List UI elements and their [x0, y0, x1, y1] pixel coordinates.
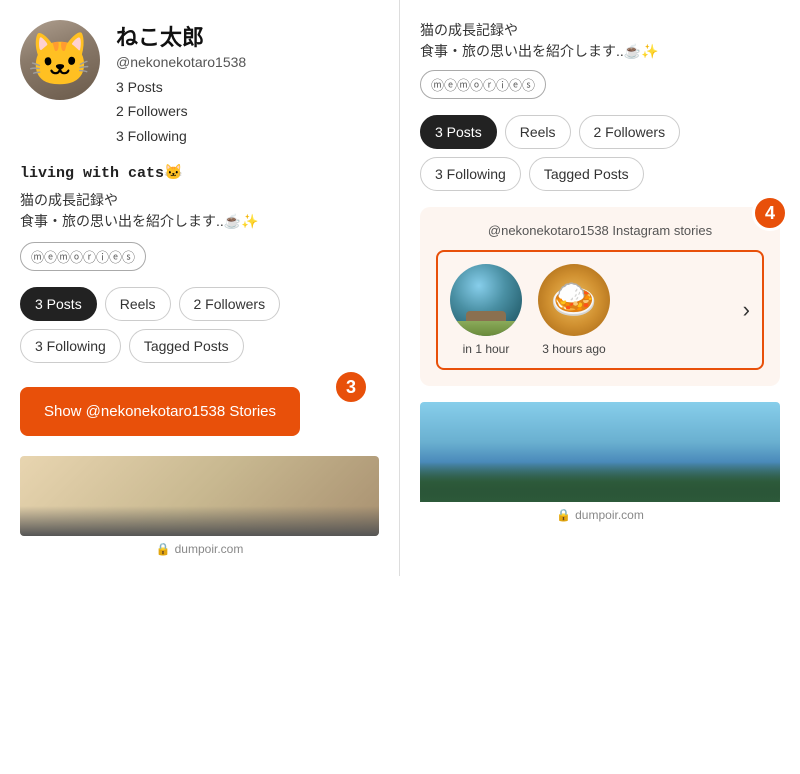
left-panel: ねこ太郎 @nekonekotaro1538 3 Posts 2 Followe… [0, 0, 400, 576]
story-section: Show @nekonekotaro1538 Stories 3 [20, 387, 379, 436]
display-name: ねこ太郎 [116, 20, 246, 52]
posts-stat: 3 Posts [116, 76, 246, 98]
badge-3: 3 [333, 369, 369, 405]
footer-left-label: dumpoir.com [175, 542, 244, 556]
show-stories-button[interactable]: Show @nekonekotaro1538 Stories [20, 387, 300, 436]
avatar [20, 20, 100, 100]
footer-left: 🔒 dumpoir.com [20, 542, 379, 556]
lock-icon: 🔒 [156, 542, 171, 556]
story-item-1: in 1 hour [450, 264, 522, 356]
bio-text: 猫の成長記録や 食事・旅の思い出を紹介します..☕✨ [20, 190, 379, 232]
story-thumbnail-1[interactable] [450, 264, 522, 336]
tab-followers[interactable]: 2 Followers [179, 287, 281, 321]
right-bio-text: 猫の成長記録や 食事・旅の思い出を紹介します..☕✨ [420, 20, 780, 62]
story-thumbnail-2[interactable] [538, 264, 610, 336]
profile-header: ねこ太郎 @nekonekotaro1538 3 Posts 2 Followe… [20, 20, 379, 147]
username: @nekonekotaro1538 [116, 54, 246, 70]
following-stat: 3 Following [116, 125, 246, 147]
lock-icon-right: 🔒 [556, 508, 571, 522]
bio-section: living with cats🐱 猫の成長記録や 食事・旅の思い出を紹介します… [20, 163, 379, 287]
chevron-right-icon[interactable]: › [743, 297, 750, 323]
bottom-preview-image-right [420, 402, 780, 502]
footer-right-label: dumpoir.com [575, 508, 644, 522]
story-items: in 1 hour 3 hours ago [450, 264, 731, 356]
tab-following[interactable]: 3 Following [20, 329, 121, 363]
tab-posts[interactable]: 3 Posts [20, 287, 97, 321]
stories-card-title: @nekonekotaro1538 Instagram stories [436, 223, 764, 238]
right-tab-tagged[interactable]: Tagged Posts [529, 157, 644, 191]
bio-tagline: living with cats🐱 [20, 163, 379, 182]
right-tabs-row-2: 3 Following Tagged Posts [420, 157, 780, 191]
right-tab-reels[interactable]: Reels [505, 115, 571, 149]
right-memories-label: ⓜⓔⓜⓞⓡⓘⓔⓢ [431, 75, 535, 94]
stories-inner: in 1 hour 3 hours ago › [436, 250, 764, 370]
badge-4: 4 [752, 195, 788, 231]
memories-label: ⓜⓔⓜⓞⓡⓘⓔⓢ [31, 247, 135, 266]
right-tab-following[interactable]: 3 Following [420, 157, 521, 191]
right-tab-followers[interactable]: 2 Followers [579, 115, 681, 149]
story-time-1: in 1 hour [463, 342, 510, 356]
footer-right: 🔒 dumpoir.com [420, 508, 780, 522]
tab-reels[interactable]: Reels [105, 287, 171, 321]
right-memories-badge: ⓜⓔⓜⓞⓡⓘⓔⓢ [420, 70, 546, 99]
story-time-2: 3 hours ago [542, 342, 605, 356]
tab-tagged[interactable]: Tagged Posts [129, 329, 244, 363]
stories-card: 4 @nekonekotaro1538 Instagram stories in… [420, 207, 780, 386]
followers-stat: 2 Followers [116, 100, 246, 122]
right-tabs-row-1: 3 Posts Reels 2 Followers [420, 115, 780, 149]
right-tab-posts[interactable]: 3 Posts [420, 115, 497, 149]
memories-badge: ⓜⓔⓜⓞⓡⓘⓔⓢ [20, 242, 146, 271]
profile-info: ねこ太郎 @nekonekotaro1538 3 Posts 2 Followe… [116, 20, 246, 147]
right-panel: 猫の成長記録や 食事・旅の思い出を紹介します..☕✨ ⓜⓔⓜⓞⓡⓘⓔⓢ 3 Po… [400, 0, 800, 576]
bottom-preview-image-left [20, 456, 379, 536]
tabs-row-2: 3 Following Tagged Posts [20, 329, 379, 363]
tabs-row: 3 Posts Reels 2 Followers [20, 287, 379, 321]
story-item-2: 3 hours ago [538, 264, 610, 356]
